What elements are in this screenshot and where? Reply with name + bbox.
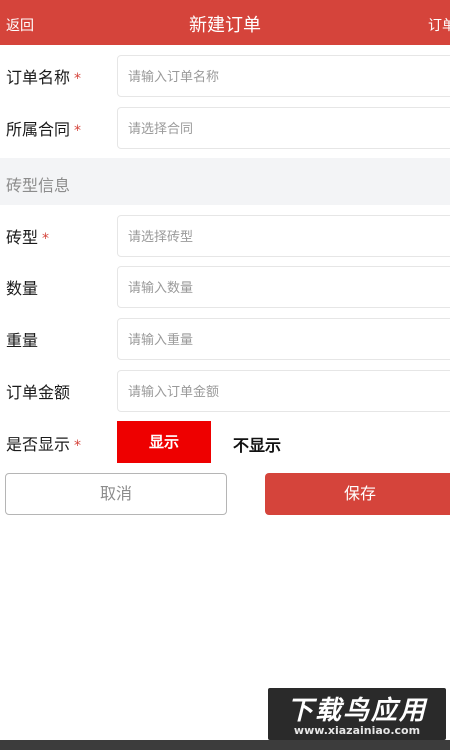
app-header: 返回 新建订单 订单 xyxy=(0,0,450,45)
display-row: 是否显示 * xyxy=(0,417,450,469)
order-name-label: 订单名称 * xyxy=(6,68,82,87)
section-title: 砖型信息 xyxy=(6,176,71,195)
order-list-link[interactable]: 订单 xyxy=(428,15,450,35)
system-nav-bar xyxy=(0,740,450,750)
weight-label: 重量 xyxy=(6,331,39,350)
brick-info-section: 砖型信息 xyxy=(0,158,450,205)
contract-select[interactable] xyxy=(117,107,450,149)
watermark-text: 下载鸟应用 xyxy=(286,696,427,726)
display-off-option[interactable]: 不显示 xyxy=(233,432,281,456)
watermark-logo: 下载鸟应用 www.xiazainiao.com xyxy=(268,688,446,740)
brick-type-row: 砖型 * xyxy=(0,210,450,262)
watermark-url: www.xiazainiao.com xyxy=(293,724,421,737)
weight-input[interactable] xyxy=(117,318,450,360)
required-mark: * xyxy=(74,438,82,454)
quantity-row: 数量 xyxy=(0,261,450,313)
contract-label: 所属合同 * xyxy=(6,120,82,139)
brick-type-label: 砖型 * xyxy=(6,228,50,247)
order-name-row: 订单名称 * xyxy=(0,50,450,102)
display-on-option[interactable]: 显示 xyxy=(117,421,211,463)
weight-row: 重量 xyxy=(0,313,450,365)
cancel-button[interactable]: 取消 xyxy=(5,473,227,515)
brick-type-select[interactable] xyxy=(117,215,450,257)
amount-input[interactable] xyxy=(117,370,450,412)
required-mark: * xyxy=(74,71,82,87)
amount-row: 订单金额 xyxy=(0,365,450,417)
quantity-input[interactable] xyxy=(117,266,450,308)
required-mark: * xyxy=(74,123,82,139)
required-mark: * xyxy=(42,231,50,247)
amount-label: 订单金额 xyxy=(6,383,71,402)
save-button[interactable]: 保存 xyxy=(265,473,450,515)
display-label: 是否显示 * xyxy=(6,435,82,454)
order-name-input[interactable] xyxy=(117,55,450,97)
page-title: 新建订单 xyxy=(189,15,261,36)
contract-row: 所属合同 * xyxy=(0,102,450,154)
quantity-label: 数量 xyxy=(6,279,39,298)
